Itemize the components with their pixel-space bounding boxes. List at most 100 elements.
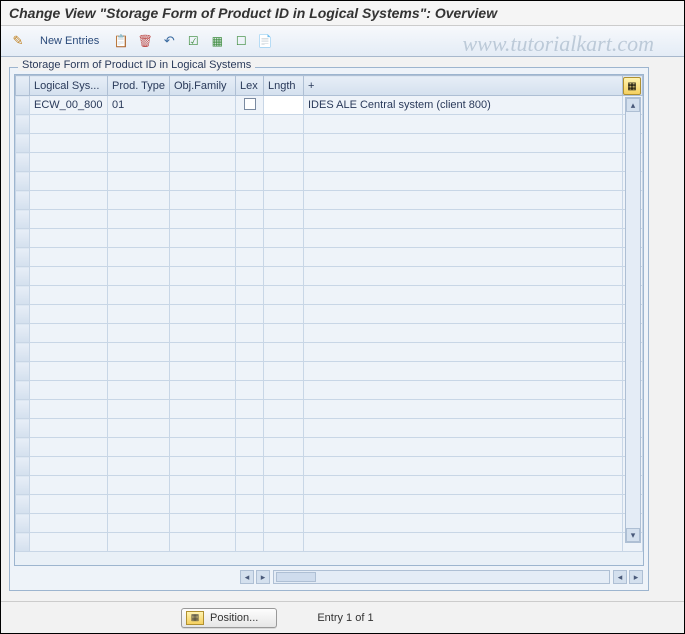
undo-icon[interactable] (158, 30, 180, 52)
table-row[interactable] (16, 419, 643, 438)
table-row[interactable] (16, 495, 643, 514)
table-row[interactable] (16, 267, 643, 286)
col-logical-system[interactable]: Logical Sys... (30, 76, 108, 96)
table-row[interactable] (16, 476, 643, 495)
table-row[interactable]: ECW_00_80001 IDES ALE Central system (cli… (16, 96, 643, 115)
row-selector[interactable] (16, 343, 30, 362)
empty-cell (108, 457, 170, 476)
empty-cell (264, 286, 304, 305)
row-selector[interactable] (16, 324, 30, 343)
scroll-left-icon[interactable]: ◂ (240, 570, 254, 584)
table-row[interactable] (16, 229, 643, 248)
table-row[interactable] (16, 362, 643, 381)
row-selector[interactable] (16, 533, 30, 552)
scroll-up-icon[interactable]: ▴ (626, 98, 640, 112)
row-selector[interactable] (16, 438, 30, 457)
empty-cell (304, 476, 623, 495)
copy-as-icon[interactable] (110, 30, 132, 52)
table-row[interactable] (16, 305, 643, 324)
empty-cell (108, 400, 170, 419)
print-icon[interactable] (254, 30, 276, 52)
lex-checkbox[interactable] (244, 98, 256, 110)
table-row[interactable] (16, 286, 643, 305)
empty-cell (30, 476, 108, 495)
table-row[interactable] (16, 134, 643, 153)
new-entries-button[interactable]: New Entries (31, 31, 108, 51)
row-selector[interactable] (16, 514, 30, 533)
cell-length[interactable] (264, 96, 304, 115)
row-selector[interactable] (16, 115, 30, 134)
row-selector[interactable] (16, 419, 30, 438)
scroll-down-icon[interactable]: ▾ (626, 528, 640, 542)
row-selector[interactable] (16, 96, 30, 115)
table-row[interactable] (16, 153, 643, 172)
table-row[interactable] (16, 172, 643, 191)
row-selector[interactable] (16, 495, 30, 514)
position-button[interactable]: ▦ Position... (181, 608, 277, 628)
row-selector[interactable] (16, 229, 30, 248)
row-selector[interactable] (16, 248, 30, 267)
cell-obj-family[interactable] (170, 96, 236, 115)
table-row[interactable] (16, 381, 643, 400)
col-prod-type[interactable]: Prod. Type (108, 76, 170, 96)
row-selector[interactable] (16, 476, 30, 495)
row-selector[interactable] (16, 286, 30, 305)
empty-cell (170, 153, 236, 172)
table-row[interactable] (16, 210, 643, 229)
scroll-left2-icon[interactable]: ◂ (613, 570, 627, 584)
hscroll-thumb[interactable] (276, 572, 316, 582)
empty-cell (30, 400, 108, 419)
data-table: Logical Sys... Prod. Type Obj.Family Lex… (15, 75, 643, 552)
select-all-icon[interactable] (182, 30, 204, 52)
table-row[interactable] (16, 248, 643, 267)
select-block-icon[interactable] (206, 30, 228, 52)
toggle-edit-icon[interactable] (7, 30, 29, 52)
empty-cell (236, 248, 264, 267)
row-selector[interactable] (16, 172, 30, 191)
col-lex[interactable]: Lex (236, 76, 264, 96)
row-selector[interactable] (16, 362, 30, 381)
row-selector[interactable] (16, 400, 30, 419)
cell-logical-system[interactable]: ECW_00_800 (30, 96, 108, 115)
table-row[interactable] (16, 191, 643, 210)
row-selector[interactable] (16, 381, 30, 400)
row-selector[interactable] (16, 153, 30, 172)
delete-icon[interactable] (134, 30, 156, 52)
table-row[interactable] (16, 514, 643, 533)
scroll-right-icon[interactable]: ▸ (256, 570, 270, 584)
row-selector[interactable] (16, 191, 30, 210)
vertical-scrollbar[interactable]: ▴ ▾ (625, 97, 641, 543)
row-selector[interactable] (16, 267, 30, 286)
row-selector[interactable] (16, 457, 30, 476)
table-row[interactable] (16, 533, 643, 552)
empty-cell (236, 362, 264, 381)
empty-cell (170, 267, 236, 286)
table-row[interactable] (16, 343, 643, 362)
cell-lex[interactable] (236, 96, 264, 115)
table-configure-icon[interactable]: ▦ (623, 77, 641, 95)
empty-cell (170, 457, 236, 476)
table-row[interactable] (16, 324, 643, 343)
empty-cell (304, 457, 623, 476)
cell-prod-type[interactable]: 01 (108, 96, 170, 115)
deselect-all-icon[interactable] (230, 30, 252, 52)
select-column-header[interactable] (16, 76, 30, 96)
position-button-label: Position... (210, 612, 258, 624)
col-description[interactable]: + (304, 76, 623, 96)
col-obj-family[interactable]: Obj.Family (170, 76, 236, 96)
table-row[interactable] (16, 115, 643, 134)
table-row[interactable] (16, 438, 643, 457)
empty-cell (108, 514, 170, 533)
hscroll-track[interactable] (273, 570, 610, 584)
entry-status: Entry 1 of 1 (317, 612, 373, 624)
row-selector[interactable] (16, 134, 30, 153)
empty-cell (264, 533, 304, 552)
scroll-right2-icon[interactable]: ▸ (629, 570, 643, 584)
row-selector[interactable] (16, 305, 30, 324)
row-selector[interactable] (16, 210, 30, 229)
table-row[interactable] (16, 400, 643, 419)
empty-cell (30, 134, 108, 153)
col-length[interactable]: Lngth (264, 76, 304, 96)
cell-description[interactable]: IDES ALE Central system (client 800) (304, 96, 623, 115)
table-row[interactable] (16, 457, 643, 476)
